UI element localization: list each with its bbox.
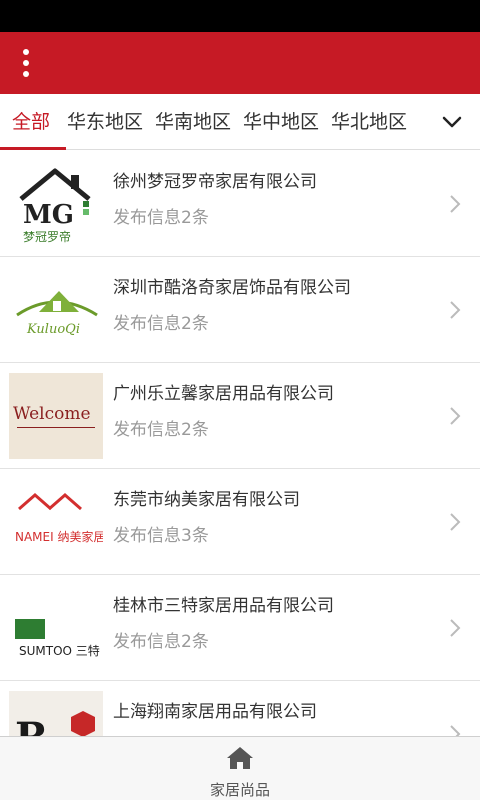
- chevron-right-icon: [450, 619, 461, 637]
- tab-south-china[interactable]: 华南地区: [155, 94, 231, 150]
- svg-text:MG: MG: [23, 200, 74, 230]
- logo-text: KuluoQi: [26, 322, 80, 337]
- company-logo: NAMEI 纳美家居: [9, 479, 103, 565]
- company-list: MG 梦冠罗帝 徐州梦冠罗帝家居有限公司 发布信息2条 KuluoQi 深圳市酷…: [0, 151, 480, 787]
- list-item[interactable]: Welcome 广州乐立馨家居用品有限公司 发布信息2条: [0, 363, 480, 469]
- post-count: 发布信息2条: [113, 632, 209, 652]
- company-logo: SUMTOO 三特: [9, 585, 103, 671]
- company-name: 徐州梦冠罗帝家居有限公司: [113, 172, 317, 192]
- tab-central-china[interactable]: 华中地区: [243, 94, 319, 150]
- company-name: 广州乐立馨家居用品有限公司: [113, 384, 334, 404]
- company-name: 深圳市酷洛奇家居饰品有限公司: [113, 278, 351, 298]
- chevron-right-icon: [450, 513, 461, 531]
- bottom-nav: 家居尚品: [0, 736, 480, 800]
- post-count: 发布信息2条: [113, 420, 209, 440]
- post-count: 发布信息2条: [113, 208, 209, 228]
- logo-text: SUMTOO 三特: [19, 643, 100, 658]
- chevron-right-icon: [450, 195, 461, 213]
- post-count: 发布信息2条: [113, 314, 209, 334]
- home-icon[interactable]: [226, 745, 254, 771]
- list-item[interactable]: MG 梦冠罗帝 徐州梦冠罗帝家居有限公司 发布信息2条: [0, 151, 480, 257]
- status-bar: [0, 0, 480, 32]
- active-tab-indicator: [0, 147, 66, 150]
- company-logo: Welcome: [9, 373, 103, 459]
- bottom-nav-label[interactable]: 家居尚品: [0, 779, 480, 800]
- company-name: 上海翔南家居用品有限公司: [113, 702, 317, 722]
- logo-text: NAMEI 纳美家居: [15, 529, 103, 544]
- chevron-down-icon[interactable]: [438, 108, 466, 136]
- list-item[interactable]: KuluoQi 深圳市酷洛奇家居饰品有限公司 发布信息2条: [0, 257, 480, 363]
- region-filter-bar: 全部 华东地区 华南地区 华中地区 华北地区: [0, 94, 480, 150]
- chevron-right-icon: [450, 407, 461, 425]
- list-item[interactable]: NAMEI 纳美家居 东莞市纳美家居有限公司 发布信息3条: [0, 469, 480, 575]
- tab-all[interactable]: 全部: [12, 94, 50, 150]
- logo-text: 梦冠罗帝: [23, 229, 71, 244]
- company-logo: MG 梦冠罗帝: [9, 161, 103, 247]
- company-name: 东莞市纳美家居有限公司: [113, 490, 300, 510]
- more-vertical-icon[interactable]: [10, 42, 42, 84]
- tab-east-china[interactable]: 华东地区: [67, 94, 143, 150]
- chevron-right-icon: [450, 301, 461, 319]
- post-count: 发布信息3条: [113, 526, 209, 546]
- company-name: 桂林市三特家居用品有限公司: [113, 596, 334, 616]
- list-item[interactable]: SUMTOO 三特 桂林市三特家居用品有限公司 发布信息2条: [0, 575, 480, 681]
- tab-north-china[interactable]: 华北地区: [331, 94, 407, 150]
- app-header: [0, 32, 480, 94]
- company-logo: KuluoQi: [9, 267, 103, 353]
- logo-text: Welcome: [13, 404, 91, 424]
